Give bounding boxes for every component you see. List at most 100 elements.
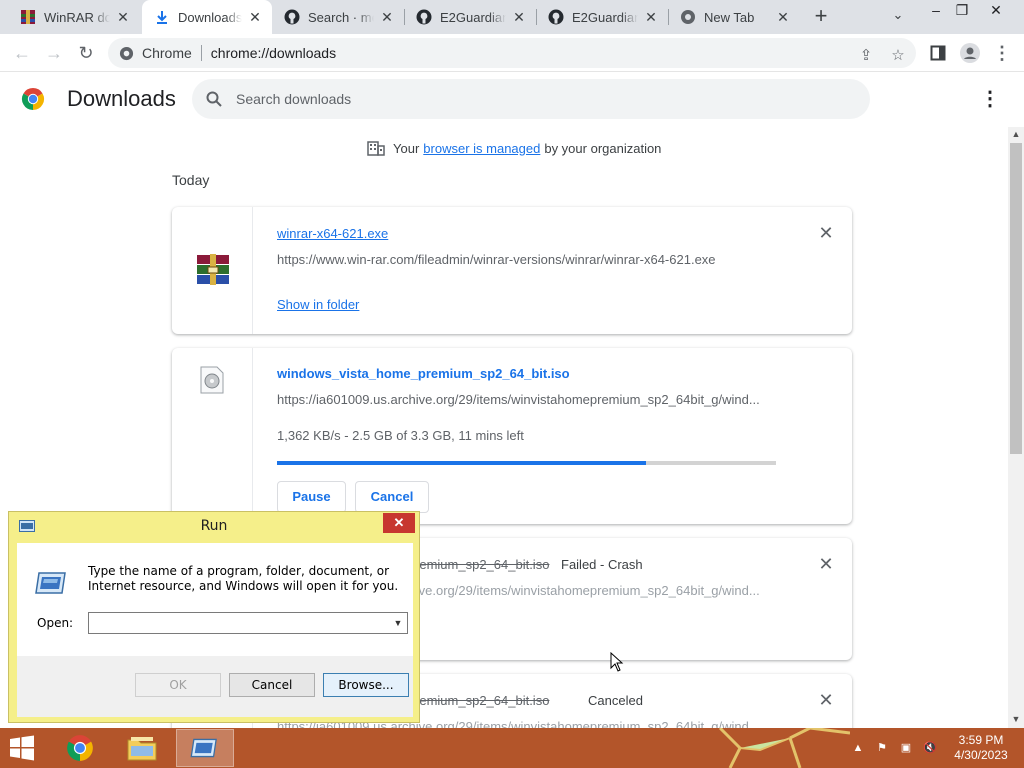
forward-arrow-icon[interactable]: → [42, 41, 66, 65]
browse-button[interactable]: Browse... [323, 673, 409, 697]
run-icon [35, 572, 66, 594]
remove-from-list-icon[interactable]: ✕ [816, 690, 836, 710]
run-close-button[interactable]: ✕ [383, 513, 415, 533]
github-icon [548, 9, 564, 25]
side-panel-icon[interactable] [926, 41, 950, 65]
filename-link[interactable]: windows_vista_home_premium_sp2_64_bit.is… [277, 366, 570, 381]
run-footer: OK Cancel Browse... [17, 656, 413, 717]
tab-e2guardian-1[interactable]: E2Guardian ✕ [404, 0, 536, 34]
flag-icon[interactable]: ⚑ [874, 740, 890, 756]
github-icon [284, 9, 300, 25]
volume-muted-icon[interactable]: 🔇 [922, 740, 938, 756]
scroll-down-arrow-icon[interactable]: ▼ [1008, 712, 1024, 726]
tab-new-tab[interactable]: New Tab ✕ [668, 0, 800, 34]
taskbar-file-explorer[interactable] [113, 729, 171, 767]
windows-taskbar: ▲ ⚑ ▣ 🔇 3:59 PM 4/30/2023 [0, 728, 1024, 768]
tab-winrar[interactable]: WinRAR download ✕ [0, 0, 140, 34]
download-item: windows_vista_home_premium_sp2_64_bit.is… [172, 348, 852, 524]
download-favicon-icon [154, 9, 170, 25]
profile-avatar-icon[interactable] [958, 41, 982, 65]
taskbar-run[interactable] [176, 729, 234, 767]
run-dialog: Run ✕ Type the name of a program, folder… [8, 511, 420, 723]
show-in-folder-link[interactable]: Show in folder [277, 297, 359, 312]
tab-title: E2Guardian [440, 9, 506, 25]
windows-start-icon[interactable] [6, 734, 38, 762]
tab-e2guardian-2[interactable]: E2Guardian ✕ [536, 0, 668, 34]
network-icon[interactable]: ▣ [898, 740, 914, 756]
search-icon [204, 89, 224, 109]
close-icon[interactable]: ✕ [774, 8, 792, 26]
tab-title: Downloads [178, 9, 242, 25]
scroll-up-arrow-icon[interactable]: ▲ [1008, 127, 1024, 141]
site-chip: Chrome [142, 45, 192, 61]
address-bar[interactable]: Chrome chrome://downloads ⇪ ☆ [108, 38, 916, 68]
new-tab-button[interactable]: + [809, 5, 833, 29]
wallpaper-decoration [718, 728, 850, 768]
building-icon [367, 141, 385, 156]
downloads-search[interactable] [192, 79, 870, 119]
scrollbar-thumb[interactable] [1010, 143, 1022, 454]
system-clock[interactable]: 3:59 PM 4/30/2023 [946, 733, 1016, 763]
star-icon[interactable]: ☆ [888, 46, 908, 66]
ok-button[interactable]: OK [135, 673, 221, 697]
clock-date: 4/30/2023 [954, 748, 1008, 762]
run-titlebar[interactable]: Run ✕ [9, 512, 419, 541]
remove-from-list-icon[interactable]: ✕ [816, 223, 836, 243]
tab-search-chevron-icon[interactable]: ⌄ [888, 7, 908, 27]
page-scrollbar[interactable]: ▲ ▼ [1008, 127, 1024, 728]
chrome-favicon-icon [680, 9, 696, 25]
more-actions-icon[interactable]: ⋮ [979, 87, 1001, 111]
search-input[interactable] [236, 91, 836, 107]
chrome-site-icon [118, 45, 134, 61]
download-state: Failed - Crash [561, 557, 643, 572]
source-url[interactable]: https://www.win-rar.com/fileadmin/winrar… [277, 252, 772, 267]
taskbar-chrome[interactable] [51, 729, 109, 767]
run-description: Type the name of a program, folder, docu… [88, 564, 399, 593]
close-icon[interactable]: ✕ [246, 8, 264, 26]
page-title: Downloads [67, 86, 176, 111]
back-arrow-icon[interactable]: ← [10, 41, 34, 65]
open-combobox[interactable]: ▼ [88, 612, 408, 634]
window-close-button[interactable]: ✕ [980, 0, 1012, 22]
download-state: Canceled [588, 693, 643, 708]
url-text[interactable]: chrome://downloads [211, 45, 336, 61]
chrome-icon [67, 735, 93, 761]
restore-button[interactable]: ❐ [946, 0, 978, 22]
icon-column [172, 207, 253, 334]
browser-managed-link[interactable]: browser is managed [423, 141, 540, 156]
tab-github-search[interactable]: Search · men ✕ [272, 0, 404, 34]
managed-notice: Your browser is managed by your organiza… [367, 140, 661, 156]
run-body: Type the name of a program, folder, docu… [17, 543, 413, 717]
tab-title: Search · men [308, 9, 374, 25]
run-icon [190, 738, 217, 758]
reload-icon[interactable]: ↻ [74, 41, 98, 65]
chevron-down-icon[interactable]: ▼ [391, 615, 405, 631]
download-item: winrar-x64-621.exe https://www.win-rar.c… [172, 207, 852, 334]
close-icon[interactable]: ✕ [510, 8, 528, 26]
close-icon[interactable]: ✕ [378, 8, 396, 26]
tab-title: New Tab [704, 9, 755, 25]
winrar-icon [197, 254, 229, 285]
progress-bar [277, 461, 776, 465]
downloads-header: Downloads ⋮ [0, 72, 1024, 127]
filename-link[interactable]: winrar-x64-621.exe [277, 226, 388, 241]
tab-strip: WinRAR download ✕ Downloads ✕ Search · m… [0, 0, 1024, 34]
browser-menu-icon[interactable]: ⋮ [990, 41, 1014, 65]
close-icon[interactable]: ✕ [642, 8, 660, 26]
share-icon[interactable]: ⇪ [856, 46, 876, 66]
cancel-button[interactable]: Cancel [229, 673, 315, 697]
download-status: 1,362 KB/s - 2.5 GB of 3.3 GB, 11 mins l… [277, 428, 524, 443]
close-icon[interactable]: ✕ [114, 8, 132, 26]
tab-title: E2Guardian [572, 9, 638, 25]
icon-column [172, 348, 253, 524]
remove-from-list-icon[interactable]: ✕ [816, 554, 836, 574]
clock-time: 3:59 PM [958, 733, 1004, 747]
folder-icon [127, 737, 157, 761]
winrar-favicon-icon [20, 9, 36, 25]
pause-button[interactable]: Pause [277, 481, 346, 513]
show-hidden-icons-icon[interactable]: ▲ [850, 740, 866, 756]
source-url[interactable]: https://ia601009.us.archive.org/29/items… [277, 392, 772, 407]
tab-downloads[interactable]: Downloads ✕ [142, 0, 272, 34]
progress-fill [277, 461, 647, 465]
cancel-download-button[interactable]: Cancel [355, 481, 429, 513]
